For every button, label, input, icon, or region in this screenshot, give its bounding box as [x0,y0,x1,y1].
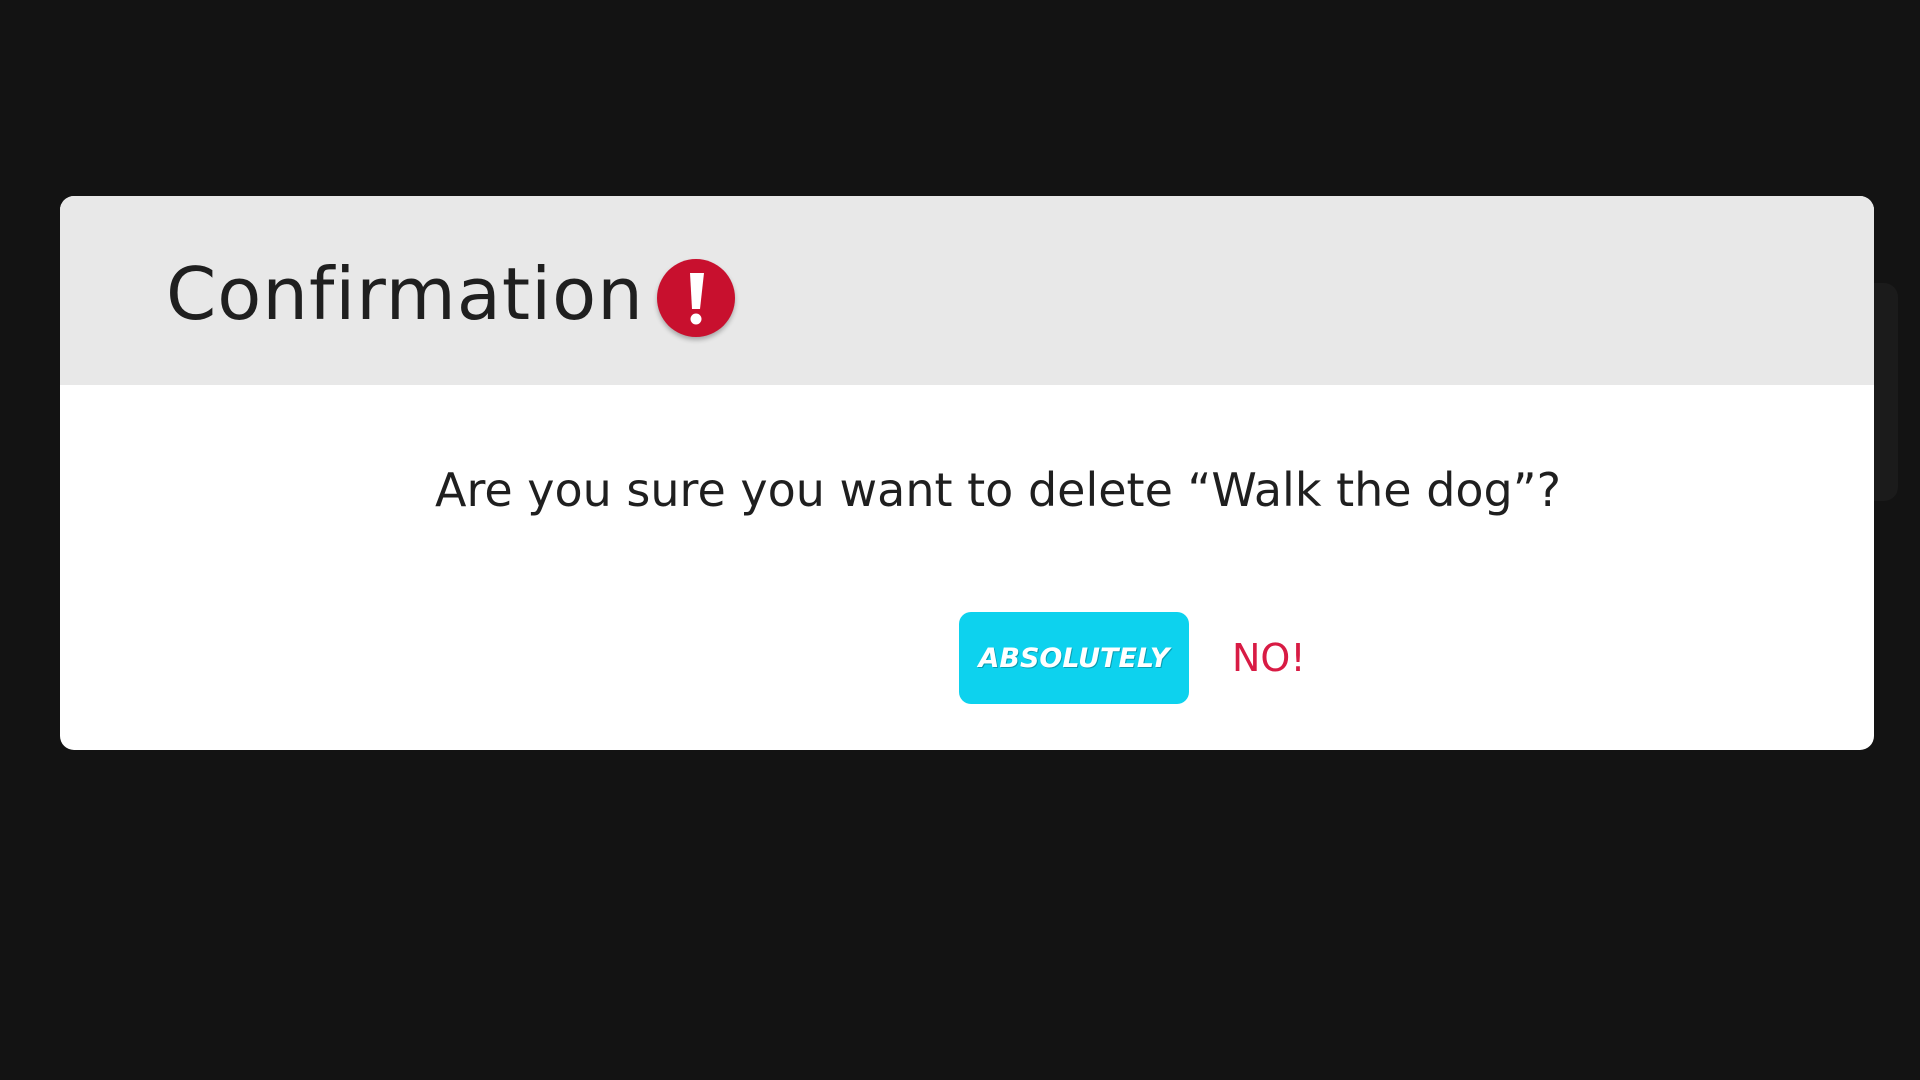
cancel-button[interactable]: NO! [1220,632,1318,684]
dialog-header: Confirmation [60,196,1874,385]
dialog-title: Confirmation [166,252,644,336]
confirm-delete-button[interactable]: ABSOLUTELY [959,612,1189,704]
confirmation-dialog: Confirmation Are you sure you want to de… [60,196,1874,750]
exclamation-icon [657,259,735,337]
dialog-message: Are you sure you want to delete “Walk th… [435,463,1561,517]
